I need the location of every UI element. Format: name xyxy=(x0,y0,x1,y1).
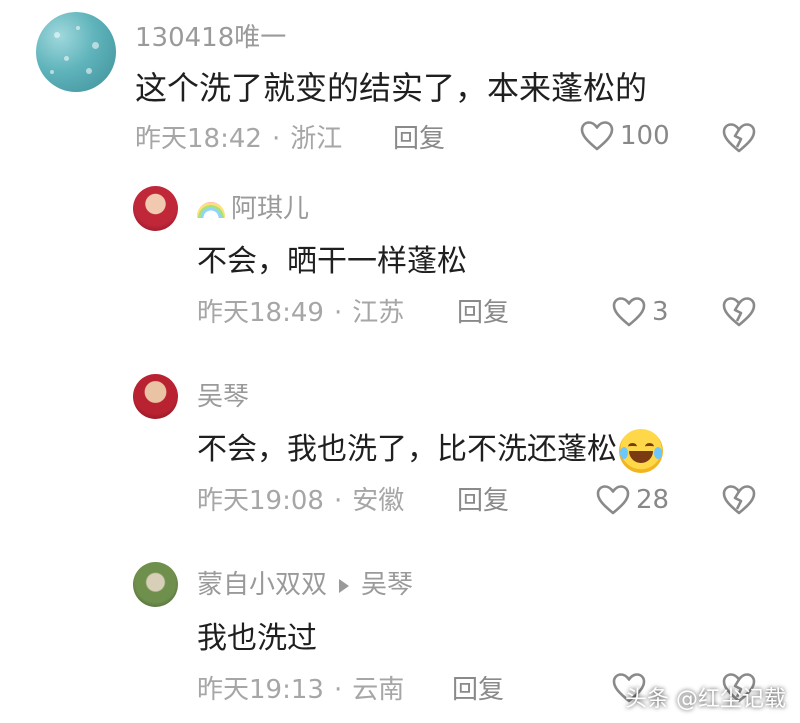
meta-separator: · xyxy=(333,298,343,328)
user-avatar[interactable] xyxy=(133,562,178,607)
like-button[interactable]: 3 xyxy=(612,296,669,328)
like-button[interactable]: 28 xyxy=(596,484,669,516)
reply-arrow-icon xyxy=(339,578,350,593)
comment-username-text: 蒙自小双双 xyxy=(197,570,328,600)
reply-button[interactable]: 回复 xyxy=(452,675,504,705)
heart-icon xyxy=(612,296,646,328)
comment-time: 昨天19:08 xyxy=(197,486,324,516)
reply-button[interactable]: 回复 xyxy=(393,124,445,154)
comment-text: 不会，我也洗了，比不洗还蓬松 xyxy=(197,428,663,473)
comment-text-content: 不会，我也洗了，比不洗还蓬松 xyxy=(197,432,617,467)
heart-icon xyxy=(580,120,614,152)
comment-time: 昨天19:13 xyxy=(197,675,324,705)
meta-separator: · xyxy=(333,486,343,516)
broken-heart-icon xyxy=(722,297,756,332)
comment-location: 安徽 xyxy=(352,486,405,516)
rainbow-icon xyxy=(197,201,225,218)
user-avatar[interactable] xyxy=(133,186,178,231)
like-count: 3 xyxy=(652,297,669,327)
reply-button[interactable]: 回复 xyxy=(457,486,509,516)
comment-meta: 昨天19:08 · 安徽 xyxy=(197,486,404,516)
heart-icon xyxy=(596,484,630,516)
dislike-button[interactable] xyxy=(722,122,756,158)
comment-username[interactable]: 蒙自小双双 吴琴 xyxy=(197,570,413,600)
comment-location: 云南 xyxy=(352,675,405,705)
user-avatar[interactable] xyxy=(36,12,116,92)
comment-location: 江苏 xyxy=(352,298,405,328)
meta-separator: · xyxy=(271,124,281,154)
comment-username-text: 阿琪儿 xyxy=(231,194,310,224)
like-count: 100 xyxy=(620,121,670,151)
like-count: 28 xyxy=(636,485,670,515)
comment-meta: 昨天18:49 · 江苏 xyxy=(197,298,404,328)
comment-text: 我也洗过 xyxy=(197,621,317,656)
comment-time: 昨天18:42 xyxy=(135,124,262,154)
meta-separator: · xyxy=(333,675,343,705)
comment-time: 昨天18:49 xyxy=(197,298,324,328)
user-avatar[interactable] xyxy=(133,374,178,419)
comment-username[interactable]: 130418唯一 xyxy=(135,23,286,53)
broken-heart-icon xyxy=(722,123,756,158)
broken-heart-icon xyxy=(722,485,756,520)
dislike-button[interactable] xyxy=(722,296,756,332)
reply-to-username[interactable]: 吴琴 xyxy=(361,570,413,600)
comment-text: 不会，晒干一样蓬松 xyxy=(197,244,467,279)
comment-meta: 昨天19:13 · 云南 xyxy=(197,675,404,705)
laughing-crying-emoji-icon xyxy=(619,428,663,473)
comment-location: 浙江 xyxy=(290,124,343,154)
like-button[interactable]: 100 xyxy=(580,120,670,152)
comment-meta: 昨天18:42 · 浙江 xyxy=(135,124,342,154)
comment-text: 这个洗了就变的结实了，本来蓬松的 xyxy=(135,69,648,107)
comment-username[interactable]: 吴琴 xyxy=(197,382,249,412)
reply-button[interactable]: 回复 xyxy=(457,298,509,328)
watermark: 头条 @红尘记载 xyxy=(625,687,786,712)
comment-username[interactable]: 阿琪儿 xyxy=(197,194,309,224)
dislike-button[interactable] xyxy=(722,484,756,520)
